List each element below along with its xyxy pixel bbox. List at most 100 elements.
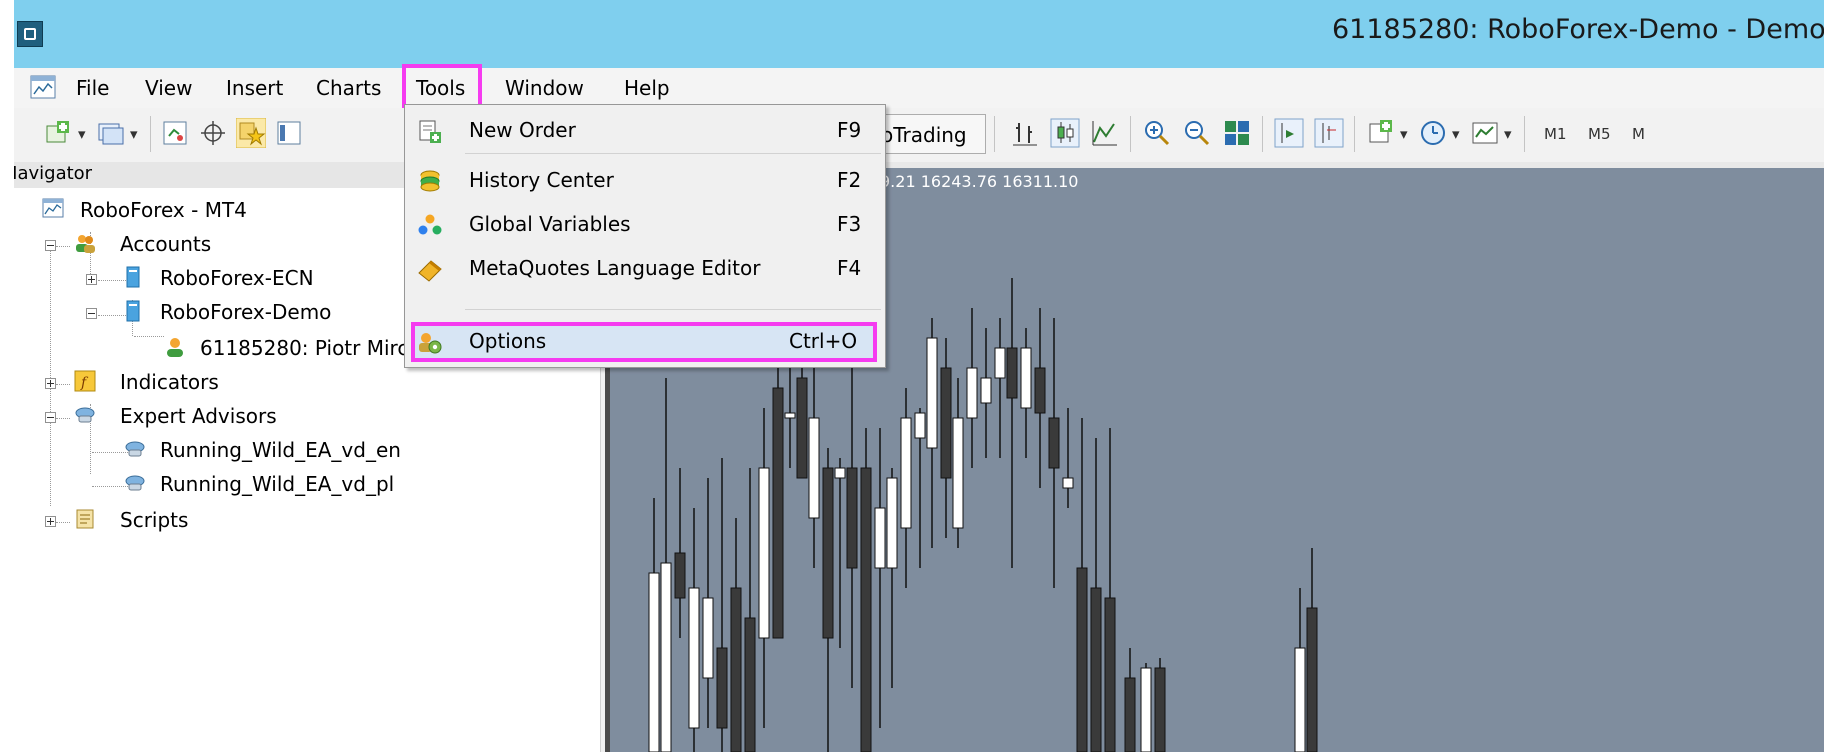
menu-item-label: MetaQuotes Language Editor	[469, 256, 761, 280]
tree-ea-pl[interactable]: Running_Wild_EA_vd_pl	[160, 472, 394, 496]
periods-clock-icon[interactable]	[1418, 118, 1448, 148]
options-icon	[419, 333, 442, 354]
menu-item-label: Options	[469, 329, 547, 353]
candle-bull	[914, 412, 926, 439]
tree-expert-advisors[interactable]: Expert Advisors	[120, 404, 277, 428]
tree-server-ecn[interactable]: RoboForex-ECN	[160, 266, 314, 290]
autotrading-button[interactable]: oTrading	[880, 114, 986, 154]
menu-view[interactable]: View	[145, 76, 192, 100]
menu-charts[interactable]: Charts	[316, 76, 381, 100]
tree-root[interactable]: RoboForex - MT4	[80, 198, 247, 222]
menu-help[interactable]: Help	[624, 76, 670, 100]
tree-scripts[interactable]: Scripts	[120, 508, 188, 532]
menu-item-global-variables[interactable]: Global Variables F3	[405, 205, 885, 245]
zoom-in-icon[interactable]	[1142, 118, 1172, 148]
chart-window-icon[interactable]	[30, 75, 56, 99]
dropdown-arrow-icon[interactable]: ▾	[130, 125, 138, 143]
profiles-icon[interactable]	[96, 118, 126, 148]
new-chart-icon[interactable]	[44, 118, 74, 148]
crosshair-icon[interactable]	[198, 118, 228, 148]
market-watch-icon[interactable]	[160, 118, 190, 148]
timeframe-m15[interactable]: M	[1632, 125, 1645, 143]
templates-icon[interactable]	[1470, 118, 1500, 148]
indicators-icon: f	[74, 370, 96, 392]
terminal-icon[interactable]	[274, 118, 304, 148]
menu-item-metaquotes-editor[interactable]: MetaQuotes Language Editor F4	[405, 249, 885, 289]
menu-item-label: New Order	[469, 118, 576, 142]
menu-file[interactable]: File	[76, 76, 109, 100]
navigator-title: Navigator	[4, 163, 93, 184]
tree-account-user[interactable]: 61185280: Piotr Mirc	[200, 336, 408, 360]
window-left-margin	[0, 0, 14, 752]
expander-accounts[interactable]	[45, 240, 56, 251]
menu-window[interactable]: Window	[505, 76, 584, 100]
candle-bull	[1140, 667, 1152, 752]
tree-connector	[56, 384, 70, 385]
scripts-icon	[76, 509, 94, 529]
candle-bull	[688, 587, 700, 729]
candle-bear	[940, 367, 952, 479]
menu-separator	[465, 309, 881, 310]
menu-item-options[interactable]: Options Ctrl+O	[405, 322, 885, 362]
candle-bear	[730, 587, 742, 752]
candle-bear	[796, 377, 808, 479]
expander-indicators[interactable]	[45, 378, 56, 389]
toolbar-separator	[1524, 116, 1525, 152]
tree-server-demo[interactable]: RoboForex-Demo	[160, 300, 331, 324]
candle-bull	[648, 572, 660, 752]
candle-bear	[716, 647, 728, 729]
expander-scripts[interactable]	[45, 516, 56, 527]
tree-ea-en[interactable]: Running_Wild_EA_vd_en	[160, 438, 401, 462]
candle-bear	[822, 467, 834, 639]
auto-scroll-icon[interactable]	[1314, 118, 1344, 148]
toolbar-separator	[1262, 116, 1263, 152]
candle-bull	[952, 417, 964, 529]
navigator-star-icon[interactable]	[236, 118, 266, 148]
candle-bull	[994, 347, 1006, 379]
menu-tools[interactable]: Tools	[416, 76, 465, 100]
candle-bear	[1090, 587, 1102, 752]
chart-shift-icon[interactable]	[1274, 118, 1304, 148]
candle-bull	[1294, 647, 1306, 752]
server-icon	[126, 266, 140, 288]
autotrading-label: oTrading	[881, 123, 967, 147]
menu-item-label: Global Variables	[469, 212, 631, 236]
candle-bear	[744, 617, 756, 752]
expander-ecn[interactable]	[86, 274, 97, 285]
accounts-icon	[76, 235, 95, 253]
metaeditor-icon	[418, 260, 442, 282]
candle-bear	[860, 467, 872, 752]
dropdown-arrow-icon[interactable]: ▾	[78, 125, 86, 143]
tree-indicators[interactable]: Indicators	[120, 370, 219, 394]
user-account-icon	[167, 338, 183, 357]
bar-chart-icon[interactable]	[1010, 118, 1040, 148]
menu-item-shortcut: F2	[837, 168, 862, 192]
dropdown-arrow-icon[interactable]: ▾	[1504, 125, 1512, 143]
menu-item-new-order[interactable]: New Order F9	[405, 111, 885, 151]
zoom-out-icon[interactable]	[1182, 118, 1212, 148]
line-chart-icon[interactable]	[1090, 118, 1120, 148]
toolbar-separator	[1130, 116, 1131, 152]
expander-demo[interactable]	[86, 308, 97, 319]
candlestick-icon[interactable]	[1050, 118, 1080, 148]
menu-insert[interactable]: Insert	[226, 76, 283, 100]
dropdown-arrow-icon[interactable]: ▾	[1452, 125, 1460, 143]
tile-windows-icon[interactable]	[1222, 118, 1252, 148]
candle-bull	[660, 562, 672, 752]
indicators-add-icon[interactable]	[1366, 118, 1396, 148]
dropdown-arrow-icon[interactable]: ▾	[1400, 125, 1408, 143]
toolbar-separator	[150, 116, 151, 152]
expander-experts[interactable]	[45, 412, 56, 423]
timeframe-m1[interactable]: M1	[1544, 125, 1567, 143]
expert-advisor-icon	[125, 475, 145, 491]
candle-bear	[1154, 667, 1166, 752]
tree-accounts[interactable]: Accounts	[120, 232, 211, 256]
menu-item-history-center[interactable]: History Center F2	[405, 161, 885, 201]
tree-connector	[56, 418, 70, 419]
app-logo-icon[interactable]	[17, 21, 43, 47]
timeframe-m5[interactable]: M5	[1588, 125, 1611, 143]
menu-tools-highlight[interactable]: Tools	[402, 64, 482, 108]
candle-bull	[874, 507, 886, 569]
terminal-root-icon	[42, 198, 64, 218]
server-icon	[126, 300, 140, 322]
